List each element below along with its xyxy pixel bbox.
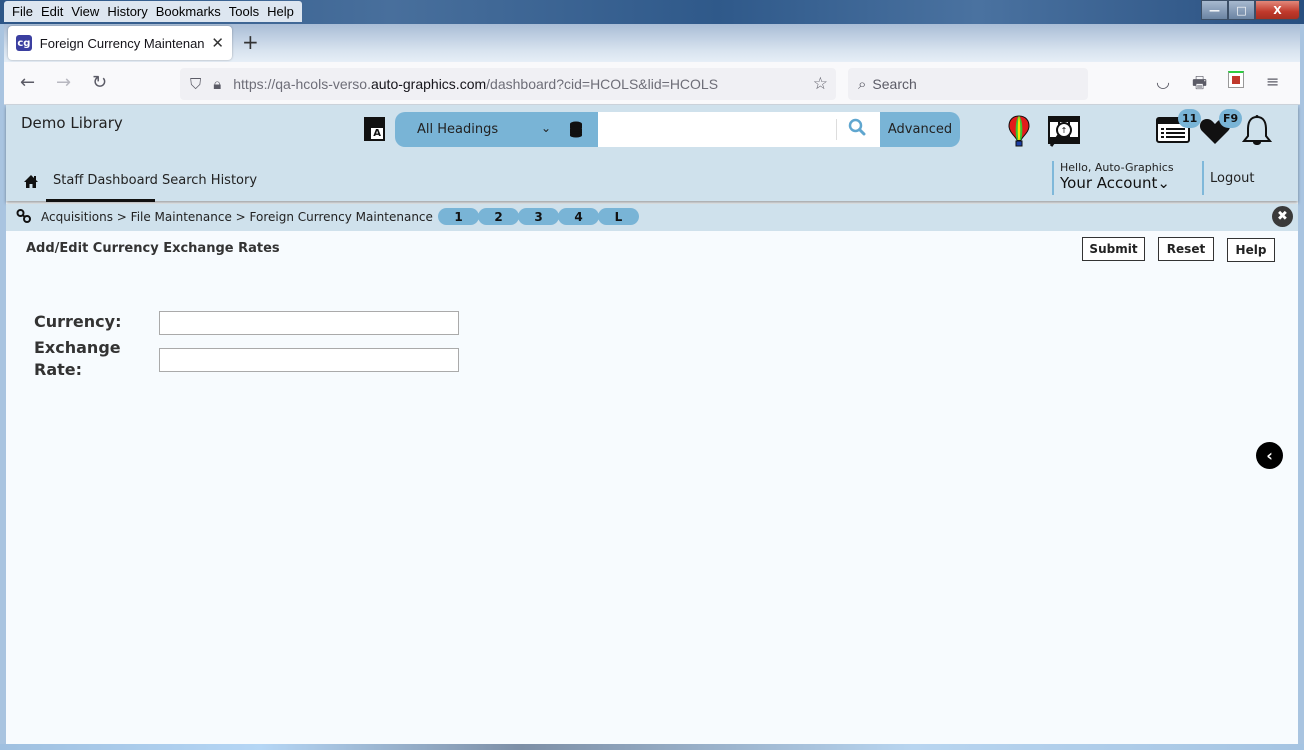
menu-bar: File Edit View History Bookmarks Tools H… <box>4 1 302 22</box>
form-title: Add/Edit Currency Exchange Rates <box>26 241 280 256</box>
account-menu[interactable]: Hello, Auto-Graphics Your Account⌄ <box>1052 161 1174 195</box>
link-icon <box>16 209 32 227</box>
list-count-badge: 11 <box>1178 109 1202 128</box>
window-controls: — □ X <box>1201 0 1300 20</box>
bookmark-star-icon[interactable]: ☆ <box>813 74 828 94</box>
hamburger-menu-icon[interactable]: ≡ <box>1266 72 1279 91</box>
page-shortcut-3[interactable]: 3 <box>518 208 559 225</box>
search-divider <box>836 119 837 140</box>
chevron-down-icon: ⌄ <box>541 121 552 135</box>
exchange-rate-label-line1: Exchange <box>34 338 121 357</box>
back-icon[interactable]: ← <box>20 72 35 93</box>
submit-button[interactable]: Submit <box>1082 237 1145 261</box>
maximize-button[interactable]: □ <box>1228 0 1255 20</box>
search-scope-value: All Headings <box>417 122 499 137</box>
nav-search-history[interactable]: Search History <box>162 173 257 188</box>
bell-icon[interactable] <box>1241 114 1273 148</box>
tab-close-icon[interactable]: ✕ <box>211 34 224 52</box>
shield-icon[interactable]: ⛉ <box>190 75 201 93</box>
exchange-rate-label-line2: Rate: <box>34 360 83 379</box>
window-bottom-border <box>0 744 1304 750</box>
svg-text:↑: ↑ <box>1061 126 1068 135</box>
breadcrumb: Acquisitions > File Maintenance > Foreig… <box>41 210 433 224</box>
print-icon[interactable]: 🖶︎ <box>1192 72 1207 99</box>
reload-icon[interactable]: ↻ <box>92 72 107 93</box>
new-tab-button[interactable]: + <box>242 30 259 54</box>
search-icon[interactable] <box>848 118 866 141</box>
database-icon[interactable] <box>569 121 583 138</box>
search-group: All Headings ⌄ Advanced <box>395 112 960 147</box>
favicon-icon: cg <box>16 35 32 51</box>
exchange-rate-label: Exchange Rate: <box>34 337 121 381</box>
menu-history[interactable]: History <box>103 4 151 19</box>
tab-strip: cg Foreign Currency Maintenance ✕ + <box>4 24 1300 62</box>
search-input-wrap <box>598 112 880 147</box>
logout-link[interactable]: Logout <box>1202 161 1255 195</box>
currency-label: Currency: <box>34 312 122 331</box>
url-text[interactable]: https://qa-hcols-verso.auto-graphics.com… <box>233 76 718 92</box>
favorites-badge: F9 <box>1219 109 1243 128</box>
search-input[interactable] <box>598 112 834 147</box>
maximize-icon: □ <box>1236 3 1247 17</box>
your-account-dropdown[interactable]: Your Account⌄ <box>1060 174 1174 192</box>
close-window-button[interactable]: X <box>1255 0 1300 20</box>
tab-title: Foreign Currency Maintenance <box>39 35 206 51</box>
translate-icon[interactable]: A <box>364 117 385 141</box>
page-shortcut-1[interactable]: 1 <box>438 208 479 225</box>
url-bar[interactable]: ⛉ 🔒︎ https://qa-hcols-verso.auto-graphic… <box>180 68 836 100</box>
menu-bookmarks[interactable]: Bookmarks <box>152 4 225 19</box>
chevron-left-icon: ‹ <box>1266 446 1273 465</box>
menu-file[interactable]: File <box>8 4 37 19</box>
exchange-rate-input[interactable] <box>159 348 459 372</box>
page-shortcut-last[interactable]: L <box>598 208 639 225</box>
forward-icon[interactable]: → <box>56 72 71 93</box>
search-scope-select[interactable]: All Headings ⌄ <box>395 112 598 147</box>
extension-icon[interactable] <box>1228 71 1244 88</box>
menu-tools[interactable]: Tools <box>225 4 263 19</box>
browser-tab[interactable]: cg Foreign Currency Maintenance ✕ <box>8 26 232 60</box>
page-shortcut-2[interactable]: 2 <box>478 208 519 225</box>
nav-staff-dashboard[interactable]: Staff Dashboard <box>53 173 158 188</box>
account-greeting: Hello, Auto-Graphics <box>1060 161 1174 174</box>
reset-button[interactable]: Reset <box>1158 237 1214 261</box>
search-icon: ⌕ <box>858 75 867 93</box>
advanced-search-button[interactable]: Advanced <box>880 112 960 147</box>
browser-search-placeholder: Search <box>872 76 917 92</box>
page-shortcut-4[interactable]: 4 <box>558 208 599 225</box>
window-titlebar: File Edit View History Bookmarks Tools H… <box>0 0 1304 24</box>
hot-air-balloon-icon[interactable] <box>1008 115 1030 147</box>
close-page-button[interactable]: ✖ <box>1272 206 1293 227</box>
side-panel-toggle[interactable]: ‹ <box>1256 442 1283 469</box>
close-icon: ✖ <box>1277 209 1288 224</box>
help-button[interactable]: Help <box>1227 238 1275 262</box>
minimize-button[interactable]: — <box>1201 0 1228 20</box>
menu-edit[interactable]: Edit <box>37 4 67 19</box>
breadcrumb-bar: Acquisitions > File Maintenance > Foreig… <box>6 204 1298 231</box>
close-icon: X <box>1273 3 1282 17</box>
active-nav-indicator <box>46 199 155 202</box>
minimize-icon: — <box>1209 3 1220 17</box>
currency-input[interactable] <box>159 311 459 335</box>
window-right-border <box>1298 24 1304 746</box>
app-header: Demo Library A All Headings ⌄ Advanced ↑… <box>6 105 1298 202</box>
lock-icon[interactable]: 🔒︎ <box>213 75 221 93</box>
menu-view[interactable]: View <box>67 4 103 19</box>
page-content: Demo Library A All Headings ⌄ Advanced ↑… <box>6 105 1298 744</box>
pocket-icon[interactable]: ◡ <box>1156 72 1170 91</box>
browser-search-bar[interactable]: ⌕ Search <box>848 68 1088 100</box>
menu-help[interactable]: Help <box>263 4 298 19</box>
browser-navbar: ← → ↻ ⛉ 🔒︎ https://qa-hcols-verso.auto-g… <box>4 62 1300 105</box>
catalog-search-icon[interactable]: ↑ <box>1047 115 1081 149</box>
page-shortcuts: 1 2 3 4 L <box>438 208 639 225</box>
home-icon[interactable] <box>23 174 39 193</box>
library-name: Demo Library <box>21 114 123 132</box>
